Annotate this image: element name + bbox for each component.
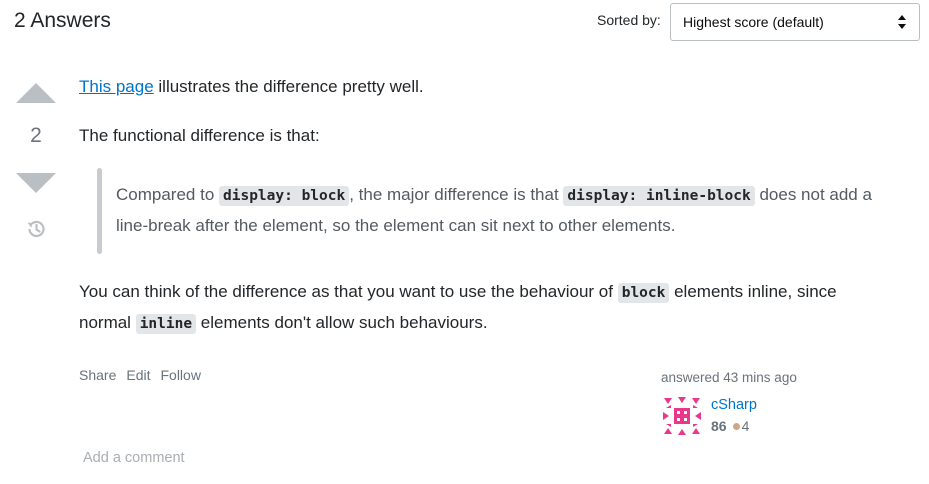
downvote-icon[interactable] xyxy=(16,172,56,194)
user-name-link[interactable]: cSharp xyxy=(711,397,757,413)
post-paragraph-3: You can think of the difference as that … xyxy=(79,277,889,339)
share-link[interactable]: Share xyxy=(79,367,116,383)
user-info: cSharp 86 4 xyxy=(661,395,861,437)
post-paragraph-1-text: illustrates the difference pretty well. xyxy=(153,77,424,96)
code-inline: inline xyxy=(135,314,197,334)
this-page-link[interactable]: This page xyxy=(79,77,154,96)
p3-text-1: You can think of the difference as that … xyxy=(79,282,618,301)
reputation-score: 86 xyxy=(711,418,727,434)
answered-time[interactable]: answered 43 mins ago xyxy=(661,370,861,385)
history-icon[interactable] xyxy=(24,217,48,241)
quote-text-2: , the major difference is that xyxy=(349,185,564,204)
upvote-icon[interactable] xyxy=(16,82,56,104)
code-block: block xyxy=(617,283,670,303)
reputation: 86 4 xyxy=(711,418,749,434)
bronze-badge-count: 4 xyxy=(741,418,750,434)
follow-link[interactable]: Follow xyxy=(160,367,200,383)
p3-text-3: elements don't allow such behaviours. xyxy=(196,313,488,332)
answers-section: 2 Answers Sorted by: Highest score (defa… xyxy=(0,0,929,484)
code-display-inline-block: display: inline-block xyxy=(563,186,755,206)
vote-count: 2 xyxy=(30,124,42,147)
blockquote-text: Compared to display: block, the major di… xyxy=(116,180,886,240)
sort-select[interactable]: Highest score (default) xyxy=(670,3,920,41)
code-display-block: display: block xyxy=(219,186,350,206)
answers-count-heading: 2 Answers xyxy=(14,9,111,32)
sort-select-value: Highest score (default) xyxy=(683,14,824,30)
post-paragraph-1: This page illustrates the difference pre… xyxy=(79,72,424,101)
blockquote: Compared to display: block, the major di… xyxy=(97,168,887,254)
user-card: answered 43 mins ago cSharp 86 4 xyxy=(661,370,861,437)
add-comment-link[interactable]: Add a comment xyxy=(83,450,185,466)
bronze-badge-icon xyxy=(732,422,740,430)
post-menu: Share Edit Follow xyxy=(79,367,201,383)
blockquote-bar xyxy=(97,168,102,254)
sort-caret-icon xyxy=(898,15,906,29)
sort-label: Sorted by: xyxy=(597,12,661,28)
user-avatar[interactable] xyxy=(661,395,703,437)
quote-text-1: Compared to xyxy=(116,185,219,204)
edit-link[interactable]: Edit xyxy=(126,367,150,383)
post-paragraph-2: The functional difference is that: xyxy=(79,126,320,145)
